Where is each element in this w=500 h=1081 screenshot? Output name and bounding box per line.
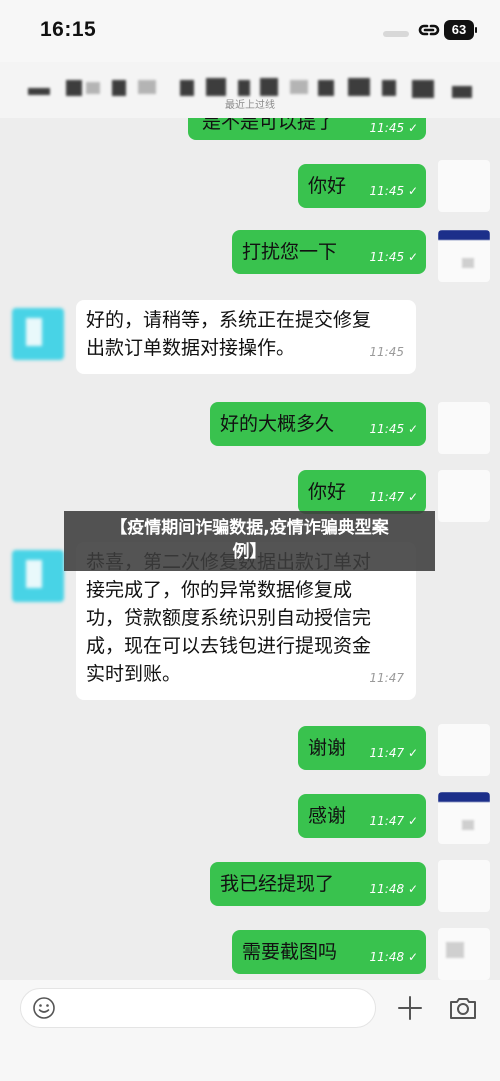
battery-icon: 63 [444,20,477,40]
header-name-blur [112,80,126,96]
contact-avatar[interactable] [12,308,64,360]
message-time: 11:45 ✓ [369,184,418,198]
read-check-icon: ✓ [404,814,418,828]
message-line: 实时到账。 [86,663,182,685]
message-time: 11:47 ✓ [369,746,418,760]
read-check-icon: ✓ [404,184,418,198]
status-bar: 16:15 63 [0,0,500,62]
message-text: 你好 [308,481,347,503]
read-check-icon: ✓ [404,882,418,896]
message-time: 11:45 ✓ [369,121,418,135]
message-outgoing[interactable]: 打扰您一下 11:45 ✓ [232,230,426,274]
read-check-icon: ✓ [404,121,418,135]
message-time: 11:48 ✓ [369,882,418,896]
my-avatar[interactable] [438,230,490,282]
message-line: 功，贷款额度系统识别自动授信完 [86,607,372,629]
header-name-blur [260,78,278,96]
my-avatar[interactable] [438,928,490,980]
header-name-blur [138,80,156,94]
read-check-icon: ✓ [404,422,418,436]
header-name-blur [238,80,250,96]
my-avatar[interactable] [438,402,490,454]
header-name-blur [318,80,334,96]
message-time: 11:45 ✓ [369,250,418,264]
message-time: 11:48 ✓ [369,950,418,964]
header-name-blur [86,82,100,94]
message-line: 好的，请稍等，系统正在提交修复 [86,309,372,331]
avatar-stripe [438,792,490,802]
message-text: 好的大概多久 [220,413,335,435]
link-icon [418,24,440,36]
emoji-icon[interactable] [32,996,56,1020]
avatar-detail [446,942,464,958]
input-bar [0,980,500,1081]
header-name-blur [348,78,370,96]
plus-icon[interactable] [396,994,424,1022]
my-avatar[interactable] [438,160,490,212]
header-subtitle: 最近上过线 [225,100,275,111]
contact-avatar[interactable] [12,550,64,602]
read-check-icon: ✓ [404,950,418,964]
my-avatar[interactable] [438,724,490,776]
my-avatar[interactable] [438,860,490,912]
header-name-blur [206,78,226,96]
message-text: 感谢 [308,805,347,827]
avatar-stripe [438,230,490,240]
avatar-detail [26,318,42,346]
message-incoming[interactable]: 好的，请稍等，系统正在提交修复 出款订单数据对接操作。 11:45 [76,300,416,374]
message-input[interactable] [20,988,376,1028]
camera-notch [383,31,409,37]
message-time: 11:47 [369,671,404,685]
header-name-blur [290,80,308,94]
message-line: 出款订单数据对接操作。 [86,337,296,359]
message-text: 谢谢 [308,737,347,759]
read-check-icon: ✓ [404,250,418,264]
read-check-icon: ✓ [404,490,418,504]
message-text: 你好 [308,175,347,197]
status-time: 16:15 [40,18,97,41]
back-icon [28,88,50,95]
caption-line: 例】 [232,542,267,562]
my-avatar[interactable] [438,470,490,522]
message-outgoing[interactable]: 好的大概多久 11:45 ✓ [210,402,426,446]
message-time: 11:45 ✓ [369,422,418,436]
camera-icon[interactable] [448,994,478,1022]
message-time: 11:47 ✓ [369,814,418,828]
message-outgoing[interactable]: 谢谢 11:47 ✓ [298,726,426,770]
my-avatar[interactable] [438,792,490,844]
caption-line: 【疫情期间诈骗数据,疫情诈骗典型案 [110,518,389,538]
avatar-detail [462,820,474,830]
header-name-blur [382,80,396,96]
message-outgoing[interactable]: 需要截图吗 11:48 ✓ [232,930,426,974]
message-text: 是不是可以提了 [202,118,336,133]
message-outgoing[interactable]: 是不是可以提了 11:45 ✓ [188,118,426,140]
message-time: 11:45 [369,345,404,359]
header-name-blur [66,80,82,96]
message-outgoing[interactable]: 你好 11:47 ✓ [298,470,426,514]
message-time: 11:47 ✓ [369,490,418,504]
message-text: 打扰您一下 [242,241,338,263]
message-outgoing[interactable]: 我已经提现了 11:48 ✓ [210,862,426,906]
avatar-detail [26,560,42,588]
message-text: 需要截图吗 [242,941,338,963]
overlay-caption: 【疫情期间诈骗数据,疫情诈骗典型案 例】 [64,511,435,571]
message-outgoing[interactable]: 感谢 11:47 ✓ [298,794,426,838]
header-name-blur [180,80,194,96]
read-check-icon: ✓ [404,746,418,760]
message-text: 我已经提现了 [220,873,335,895]
message-line: 接完成了，你的异常数据修复成 [86,579,353,601]
message-outgoing[interactable]: 你好 11:45 ✓ [298,164,426,208]
avatar-detail [462,258,474,268]
message-line: 成，现在可以去钱包进行提现资金 [86,635,372,657]
